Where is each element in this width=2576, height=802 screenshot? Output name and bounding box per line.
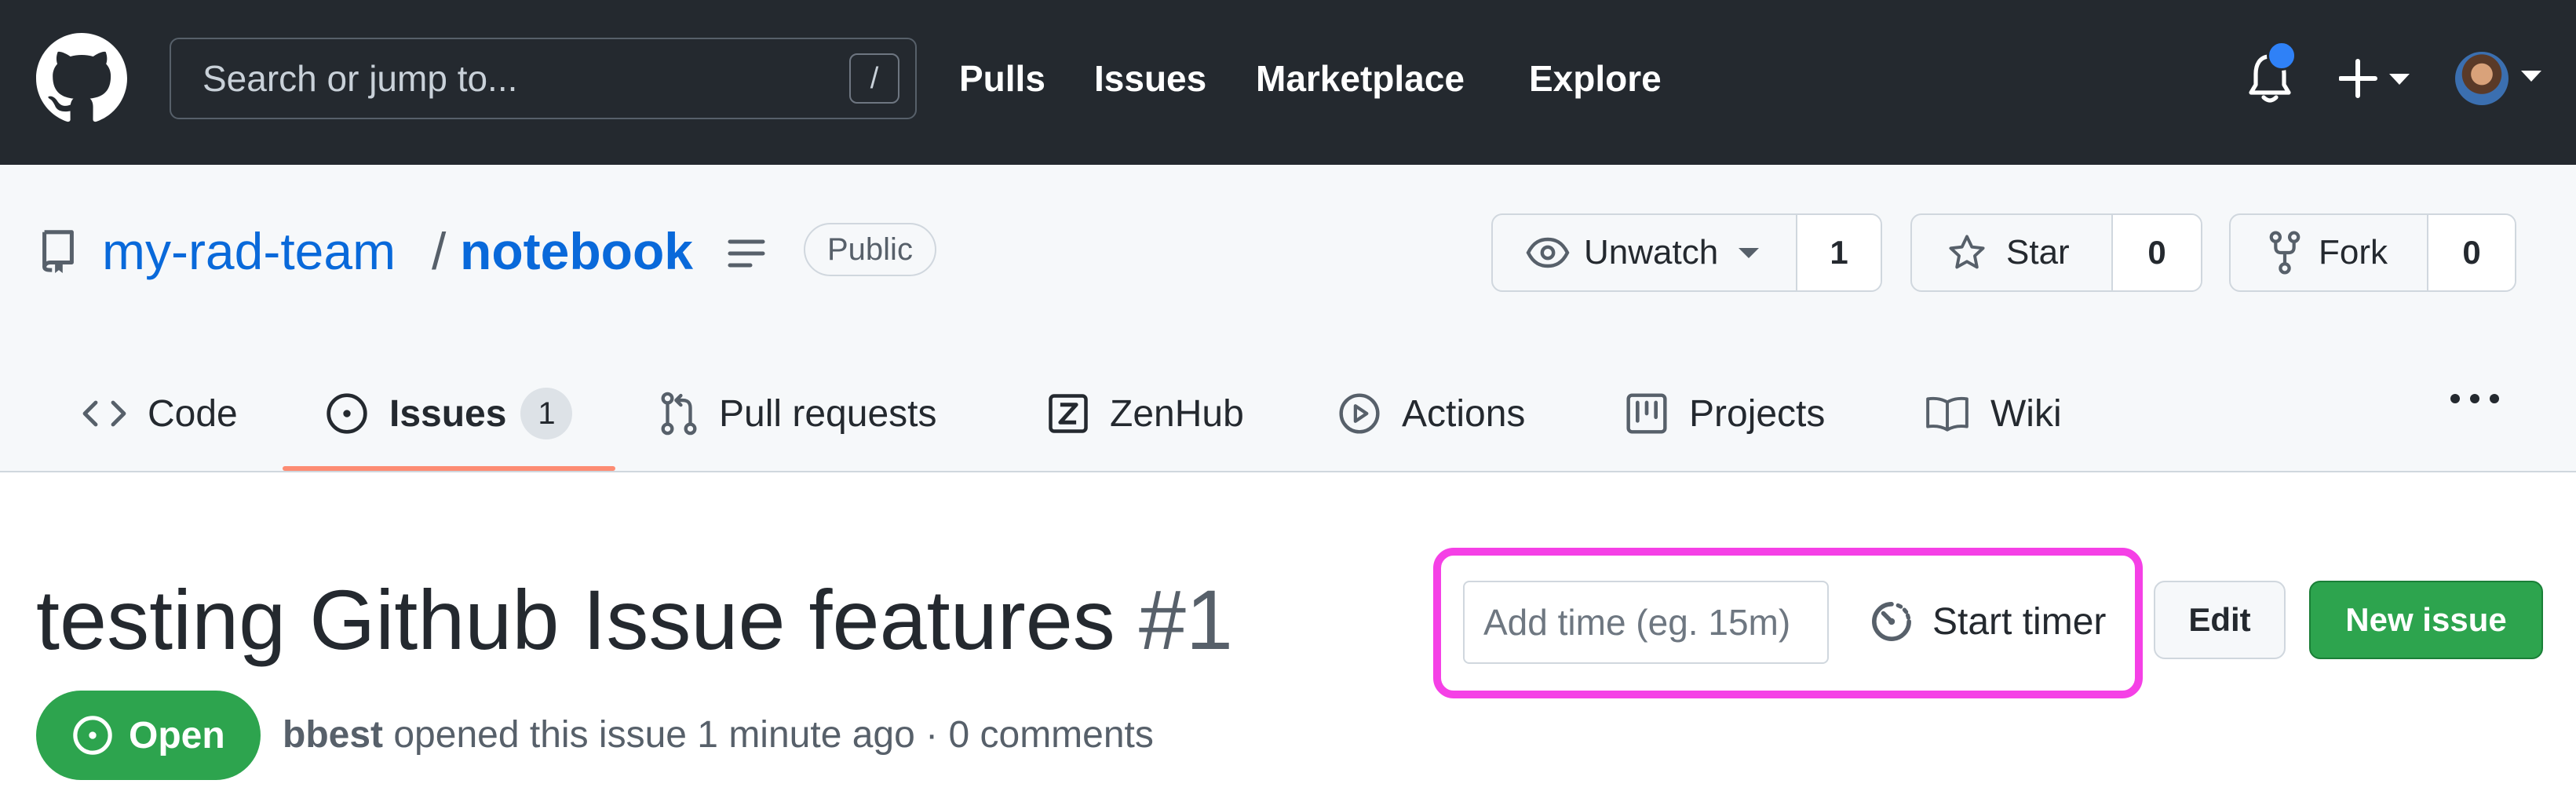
start-timer-button[interactable]: Start timer [1870, 590, 2106, 653]
code-icon [82, 400, 126, 427]
tab-actions[interactable]: Actions [1337, 378, 1525, 449]
tab-issues[interactable]: Issues 1 [325, 378, 573, 449]
tab-issues-label: Issues [389, 392, 507, 435]
nav-explore[interactable]: Explore [1529, 53, 1662, 104]
star-button-group: Star 0 [1910, 213, 2202, 292]
repo-menu-icon[interactable] [711, 224, 780, 283]
tab-zenhub[interactable]: ZenHub [1047, 378, 1244, 449]
user-avatar[interactable] [2455, 52, 2508, 105]
forks-count[interactable]: 0 [2427, 215, 2515, 290]
tab-code[interactable]: Code [82, 378, 238, 449]
nav-marketplace[interactable]: Marketplace [1256, 53, 1465, 104]
zenhub-icon [1049, 394, 1088, 433]
issue-meta: bbest opened this issue 1 minute ago · 0… [283, 708, 1154, 763]
watchers-count[interactable]: 1 [1796, 215, 1881, 290]
issue-state-label: Open [129, 714, 225, 756]
issue-opened-icon [327, 393, 367, 434]
issue-opened-icon [73, 716, 112, 755]
star-icon [1949, 235, 1985, 269]
repo-owner-link[interactable]: my-rad-team [102, 212, 396, 290]
nav-pulls[interactable]: Pulls [959, 53, 1045, 104]
fork-button[interactable]: Fork [2231, 215, 2427, 290]
tab-wiki[interactable]: Wiki [1925, 378, 2062, 449]
search-input[interactable] [203, 39, 815, 118]
create-new-icon[interactable] [2339, 57, 2417, 100]
repository-header: my-rad-team / notebook Public Unwatch 1 … [0, 165, 2576, 472]
chevron-down-icon[interactable] [2521, 71, 2541, 82]
issues-count-badge: 1 [520, 388, 573, 439]
start-timer-label: Start timer [1932, 600, 2107, 643]
notification-indicator [2267, 41, 2297, 71]
timer-icon [1872, 602, 1911, 641]
eye-icon [1526, 237, 1570, 268]
global-header: / Pulls Issues Marketplace Explore [0, 0, 2576, 165]
tab-code-label: Code [148, 392, 238, 435]
nav-issues[interactable]: Issues [1094, 53, 1206, 104]
repo-name-link[interactable]: notebook [460, 212, 693, 290]
tab-pull-requests-label: Pull requests [719, 392, 937, 435]
book-icon [1926, 396, 1968, 432]
star-label: Star [2006, 233, 2070, 272]
tab-zenhub-label: ZenHub [1110, 392, 1244, 435]
fork-button-group: Fork 0 [2229, 213, 2516, 292]
issue-state-badge: Open [36, 691, 261, 780]
unwatch-button[interactable]: Unwatch [1493, 215, 1796, 290]
issue-number: #1 [1138, 572, 1233, 667]
repo-forked-icon [2269, 231, 2301, 275]
tab-projects-label: Projects [1689, 392, 1826, 435]
search-shortcut-key: / [849, 53, 899, 104]
issue-title: testing Github Issue features #1 [36, 561, 1233, 679]
repo-icon [42, 230, 74, 273]
github-logo-icon[interactable] [36, 33, 127, 124]
stars-count[interactable]: 0 [2111, 215, 2201, 290]
play-icon [1339, 393, 1380, 434]
issue-meta-text: opened this issue 1 minute ago · 0 comme… [393, 714, 1154, 756]
tab-pull-requests[interactable]: Pull requests [659, 378, 936, 449]
tab-actions-label: Actions [1402, 392, 1526, 435]
add-time-input[interactable] [1463, 581, 1829, 664]
chevron-down-icon [1739, 248, 1760, 258]
watch-button-group: Unwatch 1 [1491, 213, 1882, 292]
star-button[interactable]: Star [1912, 215, 2111, 290]
search-box[interactable]: / [170, 38, 917, 119]
issue-author-link[interactable]: bbest [283, 714, 383, 756]
tab-wiki-label: Wiki [1990, 392, 2062, 435]
breadcrumb-separator: / [432, 222, 447, 280]
unwatch-label: Unwatch [1584, 233, 1719, 272]
selected-tab-indicator [283, 466, 615, 471]
git-pull-request-icon [661, 392, 697, 436]
fork-label: Fork [2319, 233, 2388, 272]
issue-title-text: testing Github Issue features [36, 572, 1115, 667]
kebab-horizontal-icon[interactable] [2447, 391, 2502, 406]
edit-button[interactable]: Edit [2154, 581, 2286, 659]
new-issue-button[interactable]: New issue [2309, 581, 2543, 659]
tab-projects[interactable]: Projects [1625, 378, 1825, 449]
project-icon [1626, 393, 1667, 434]
visibility-badge: Public [804, 223, 936, 276]
